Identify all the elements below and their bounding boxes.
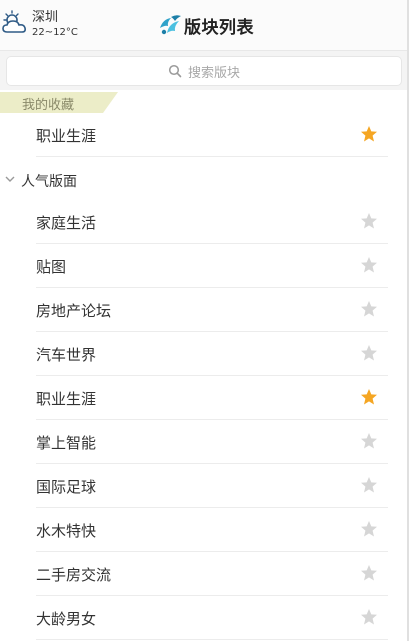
weather-temperature: 22~12°C	[32, 27, 78, 38]
board-name: 汽车世界	[36, 346, 97, 364]
popular-section-header[interactable]: 人气版面	[0, 163, 409, 197]
board-name: 职业生涯	[36, 127, 97, 145]
star-filled-icon[interactable]	[360, 388, 378, 406]
popular-section-label: 人气版面	[21, 174, 77, 190]
star-outline-icon[interactable]	[360, 432, 378, 450]
board-name: 家庭生活	[36, 214, 97, 232]
board-name: 二手房交流	[36, 566, 112, 584]
favorites-section-label: 我的收藏	[22, 98, 75, 113]
board-item[interactable]: 汽车世界	[36, 332, 388, 376]
board-item[interactable]: 房地产论坛	[36, 288, 388, 332]
board-item[interactable]: 掌上智能	[36, 420, 388, 464]
board-name: 国际足球	[36, 478, 97, 496]
search-input[interactable]: 搜索版块	[6, 56, 402, 86]
app-header: 深圳 22~12°C 版块列表	[0, 0, 409, 50]
board-item[interactable]: 国际足球	[36, 464, 388, 508]
board-name: 水木特快	[36, 522, 97, 540]
star-outline-icon[interactable]	[360, 212, 378, 230]
board-name: 房地产论坛	[36, 302, 112, 320]
partly-cloudy-icon	[2, 10, 26, 33]
board-item[interactable]: 职业生涯	[36, 376, 388, 420]
board-item[interactable]: 贴图	[36, 244, 388, 288]
search-bar: 搜索版块	[0, 50, 409, 90]
board-item[interactable]: 大龄男女	[36, 596, 388, 640]
star-outline-icon[interactable]	[360, 564, 378, 582]
board-list-screen: 深圳 22~12°C 版块列表 搜索版块 我的收藏 职业生涯 人气版面 家庭生活…	[0, 0, 409, 641]
board-item[interactable]: 二手房交流	[36, 552, 388, 596]
shuimu-logo-icon	[160, 15, 181, 35]
star-filled-icon[interactable]	[360, 125, 378, 143]
board-item[interactable]: 水木特快	[36, 508, 388, 552]
favorite-board-item[interactable]: 职业生涯	[36, 113, 388, 157]
board-name: 贴图	[36, 258, 67, 276]
board-item[interactable]: 家庭生活	[36, 200, 388, 244]
star-outline-icon[interactable]	[360, 256, 378, 274]
search-icon	[168, 64, 182, 78]
star-outline-icon[interactable]	[360, 520, 378, 538]
favorites-section-tag: 我的收藏	[0, 92, 118, 113]
weather-city: 深圳	[32, 10, 59, 25]
star-outline-icon[interactable]	[360, 608, 378, 626]
star-outline-icon[interactable]	[360, 300, 378, 318]
board-name: 职业生涯	[36, 390, 97, 408]
search-placeholder: 搜索版块	[187, 65, 240, 81]
star-outline-icon[interactable]	[360, 476, 378, 494]
board-name: 掌上智能	[36, 434, 97, 452]
chevron-down-icon	[5, 176, 15, 182]
star-outline-icon[interactable]	[360, 344, 378, 362]
weather-widget[interactable]: 深圳 22~12°C	[0, 6, 90, 42]
title-area: 版块列表	[157, 12, 254, 38]
board-name: 大龄男女	[36, 610, 97, 628]
page-title: 版块列表	[184, 17, 254, 38]
